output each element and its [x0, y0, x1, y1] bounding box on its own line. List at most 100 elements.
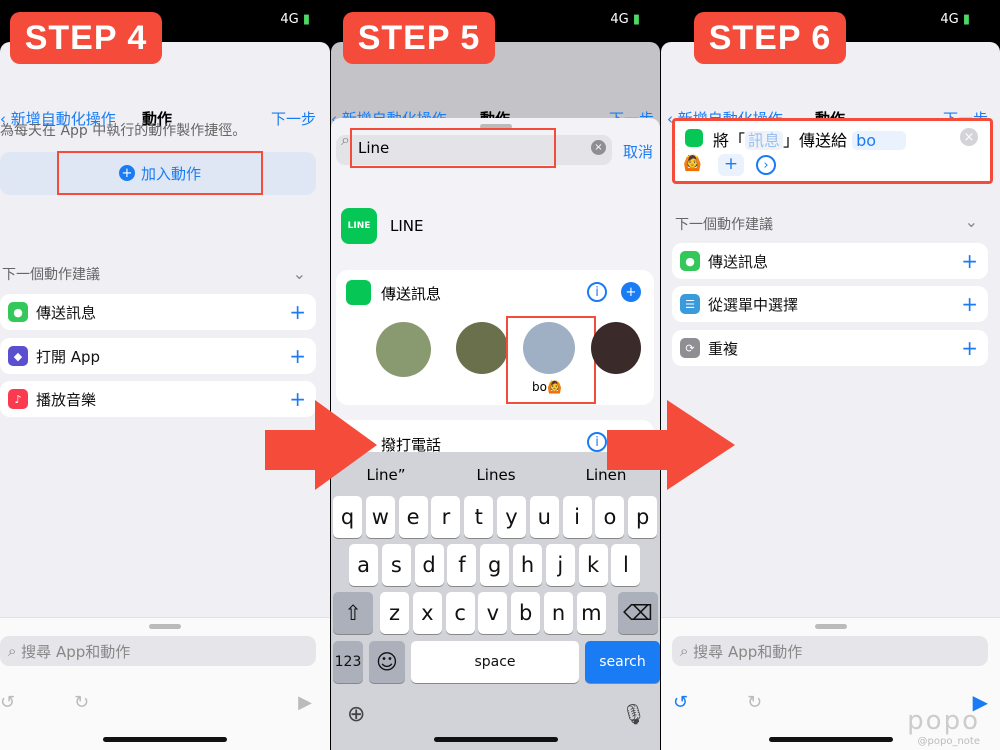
add-action-label: 加入動作	[140, 164, 201, 183]
plus-icon[interactable]: +	[289, 344, 306, 368]
suggestion-play-music[interactable]: ♪ 播放音樂 +	[0, 381, 316, 417]
contact-avatar[interactable]	[376, 322, 431, 377]
key-k[interactable]: k	[578, 544, 608, 586]
recipient-param[interactable]: bo	[852, 131, 907, 150]
messages-icon: ●	[680, 251, 700, 271]
key-x[interactable]: x	[412, 592, 442, 634]
add-action-button[interactable]: + 加入動作	[57, 151, 263, 195]
chevron-down-icon[interactable]: ⌄	[293, 264, 306, 283]
key-t[interactable]: t	[464, 496, 494, 538]
key-q[interactable]: q	[333, 496, 362, 538]
messages-icon: ●	[8, 302, 28, 322]
line-app-icon	[346, 280, 371, 305]
remove-icon[interactable]: ×	[960, 128, 978, 146]
search-input[interactable]: ⌕ 搜尋 App和動作	[672, 636, 988, 666]
suggestion-label: 傳送訊息	[708, 252, 769, 271]
info-icon[interactable]: i	[587, 282, 607, 302]
plus-icon[interactable]: +	[289, 387, 306, 411]
clear-icon[interactable]: ×	[591, 140, 606, 155]
key-j[interactable]: j	[545, 544, 575, 586]
send-message-card[interactable]: 傳送訊息 i + bo🙆	[336, 270, 654, 405]
info-icon[interactable]: i	[587, 432, 607, 452]
add-recipient-button[interactable]: +	[718, 154, 744, 176]
globe-icon[interactable]: ⊕	[347, 702, 365, 727]
plus-icon[interactable]: +	[961, 292, 978, 316]
search-input[interactable]: ⌕ 搜尋 App和動作	[0, 636, 316, 666]
status-bar: 4G ▮	[610, 12, 640, 27]
suggestion-label: 播放音樂	[36, 390, 97, 409]
send-message-action[interactable]: 將「 訊息 」傳送給 bo × 🙆 + ›	[672, 118, 993, 184]
key-s[interactable]: s	[381, 544, 411, 586]
key-p[interactable]: p	[628, 496, 658, 538]
message-param[interactable]: 訊息	[745, 131, 784, 150]
expand-chevron-icon[interactable]: ›	[756, 155, 776, 175]
step-label: STEP 5	[343, 12, 495, 64]
app-name[interactable]: LINE	[390, 217, 423, 235]
numbers-key[interactable]: 123	[333, 641, 363, 683]
next-button[interactable]: 下一步	[271, 108, 316, 129]
key-y[interactable]: y	[497, 496, 526, 538]
arrow-right-icon	[607, 430, 667, 470]
suggestion-send-message[interactable]: ● 傳送訊息 +	[0, 294, 316, 330]
suggestion-label: 從選單中選擇	[708, 295, 799, 314]
plus-icon[interactable]: +	[961, 249, 978, 273]
key-i[interactable]: i	[562, 496, 592, 538]
contact-avatar[interactable]	[591, 322, 641, 374]
network-label: 4G	[280, 12, 299, 27]
emoji-key[interactable]: ☺	[369, 641, 405, 683]
battery-icon: ▮	[302, 12, 310, 27]
description: 為每天在 App 中執行的動作製作捷徑。	[0, 123, 247, 139]
delete-key[interactable]: ⌫	[618, 592, 658, 634]
sheet-handle[interactable]	[814, 624, 847, 629]
suggestion[interactable]: Lines	[441, 466, 551, 484]
key-m[interactable]: m	[576, 592, 606, 634]
search-key[interactable]: search	[585, 641, 660, 683]
search-icon: ⌕	[341, 130, 350, 149]
undo-icon[interactable]: ↺	[0, 692, 15, 713]
plus-circle-icon[interactable]: +	[621, 282, 641, 302]
sheet-handle[interactable]	[149, 624, 181, 629]
key-e[interactable]: e	[398, 496, 428, 538]
key-l[interactable]: l	[611, 544, 641, 586]
suggestion-choose-from-menu[interactable]: ☰ 從選單中選擇 +	[672, 286, 988, 322]
redo-icon[interactable]: ↻	[747, 692, 762, 713]
chevron-down-icon[interactable]: ⌄	[965, 212, 978, 231]
suggestion-open-app[interactable]: ◆ 打開 App +	[0, 338, 316, 374]
redo-icon[interactable]: ↻	[74, 692, 89, 713]
key-h[interactable]: h	[513, 544, 542, 586]
key-n[interactable]: n	[544, 592, 573, 634]
cancel-button[interactable]: 取消	[623, 141, 653, 162]
contact-avatar[interactable]	[456, 322, 508, 374]
key-r[interactable]: r	[431, 496, 461, 538]
arrow-head	[315, 400, 377, 490]
network-label: 4G	[940, 12, 959, 27]
plus-icon[interactable]: +	[961, 336, 978, 360]
key-o[interactable]: o	[595, 496, 625, 538]
key-z[interactable]: z	[380, 592, 409, 634]
key-w[interactable]: w	[365, 496, 395, 538]
menu-icon: ☰	[680, 294, 700, 314]
key-u[interactable]: u	[529, 496, 559, 538]
repeat-icon: ⟳	[680, 338, 700, 358]
play-icon[interactable]: ▶	[298, 692, 312, 713]
shift-key[interactable]: ⇧	[333, 592, 373, 634]
suggestion-label: 打開 App	[36, 347, 101, 366]
key-f[interactable]: f	[447, 544, 477, 586]
recipient-emoji: 🙆	[683, 154, 702, 172]
key-b[interactable]: b	[511, 592, 541, 634]
undo-icon[interactable]: ↺	[673, 692, 688, 713]
plus-icon[interactable]: +	[289, 300, 306, 324]
search-input[interactable]: Line	[350, 128, 556, 168]
microphone-icon[interactable]: 🎙	[621, 702, 646, 726]
key-d[interactable]: d	[414, 544, 444, 586]
action-label: 傳送訊息	[381, 285, 442, 303]
key-c[interactable]: c	[445, 592, 475, 634]
step-label: STEP 4	[10, 12, 162, 64]
key-a[interactable]: a	[349, 544, 378, 586]
key-v[interactable]: v	[478, 592, 508, 634]
suggestion-send-message[interactable]: ● 傳送訊息 +	[672, 243, 988, 279]
search-value: Line	[358, 139, 390, 157]
key-g[interactable]: g	[480, 544, 510, 586]
suggestion-repeat[interactable]: ⟳ 重複 +	[672, 330, 988, 366]
space-key[interactable]: space	[411, 641, 579, 683]
